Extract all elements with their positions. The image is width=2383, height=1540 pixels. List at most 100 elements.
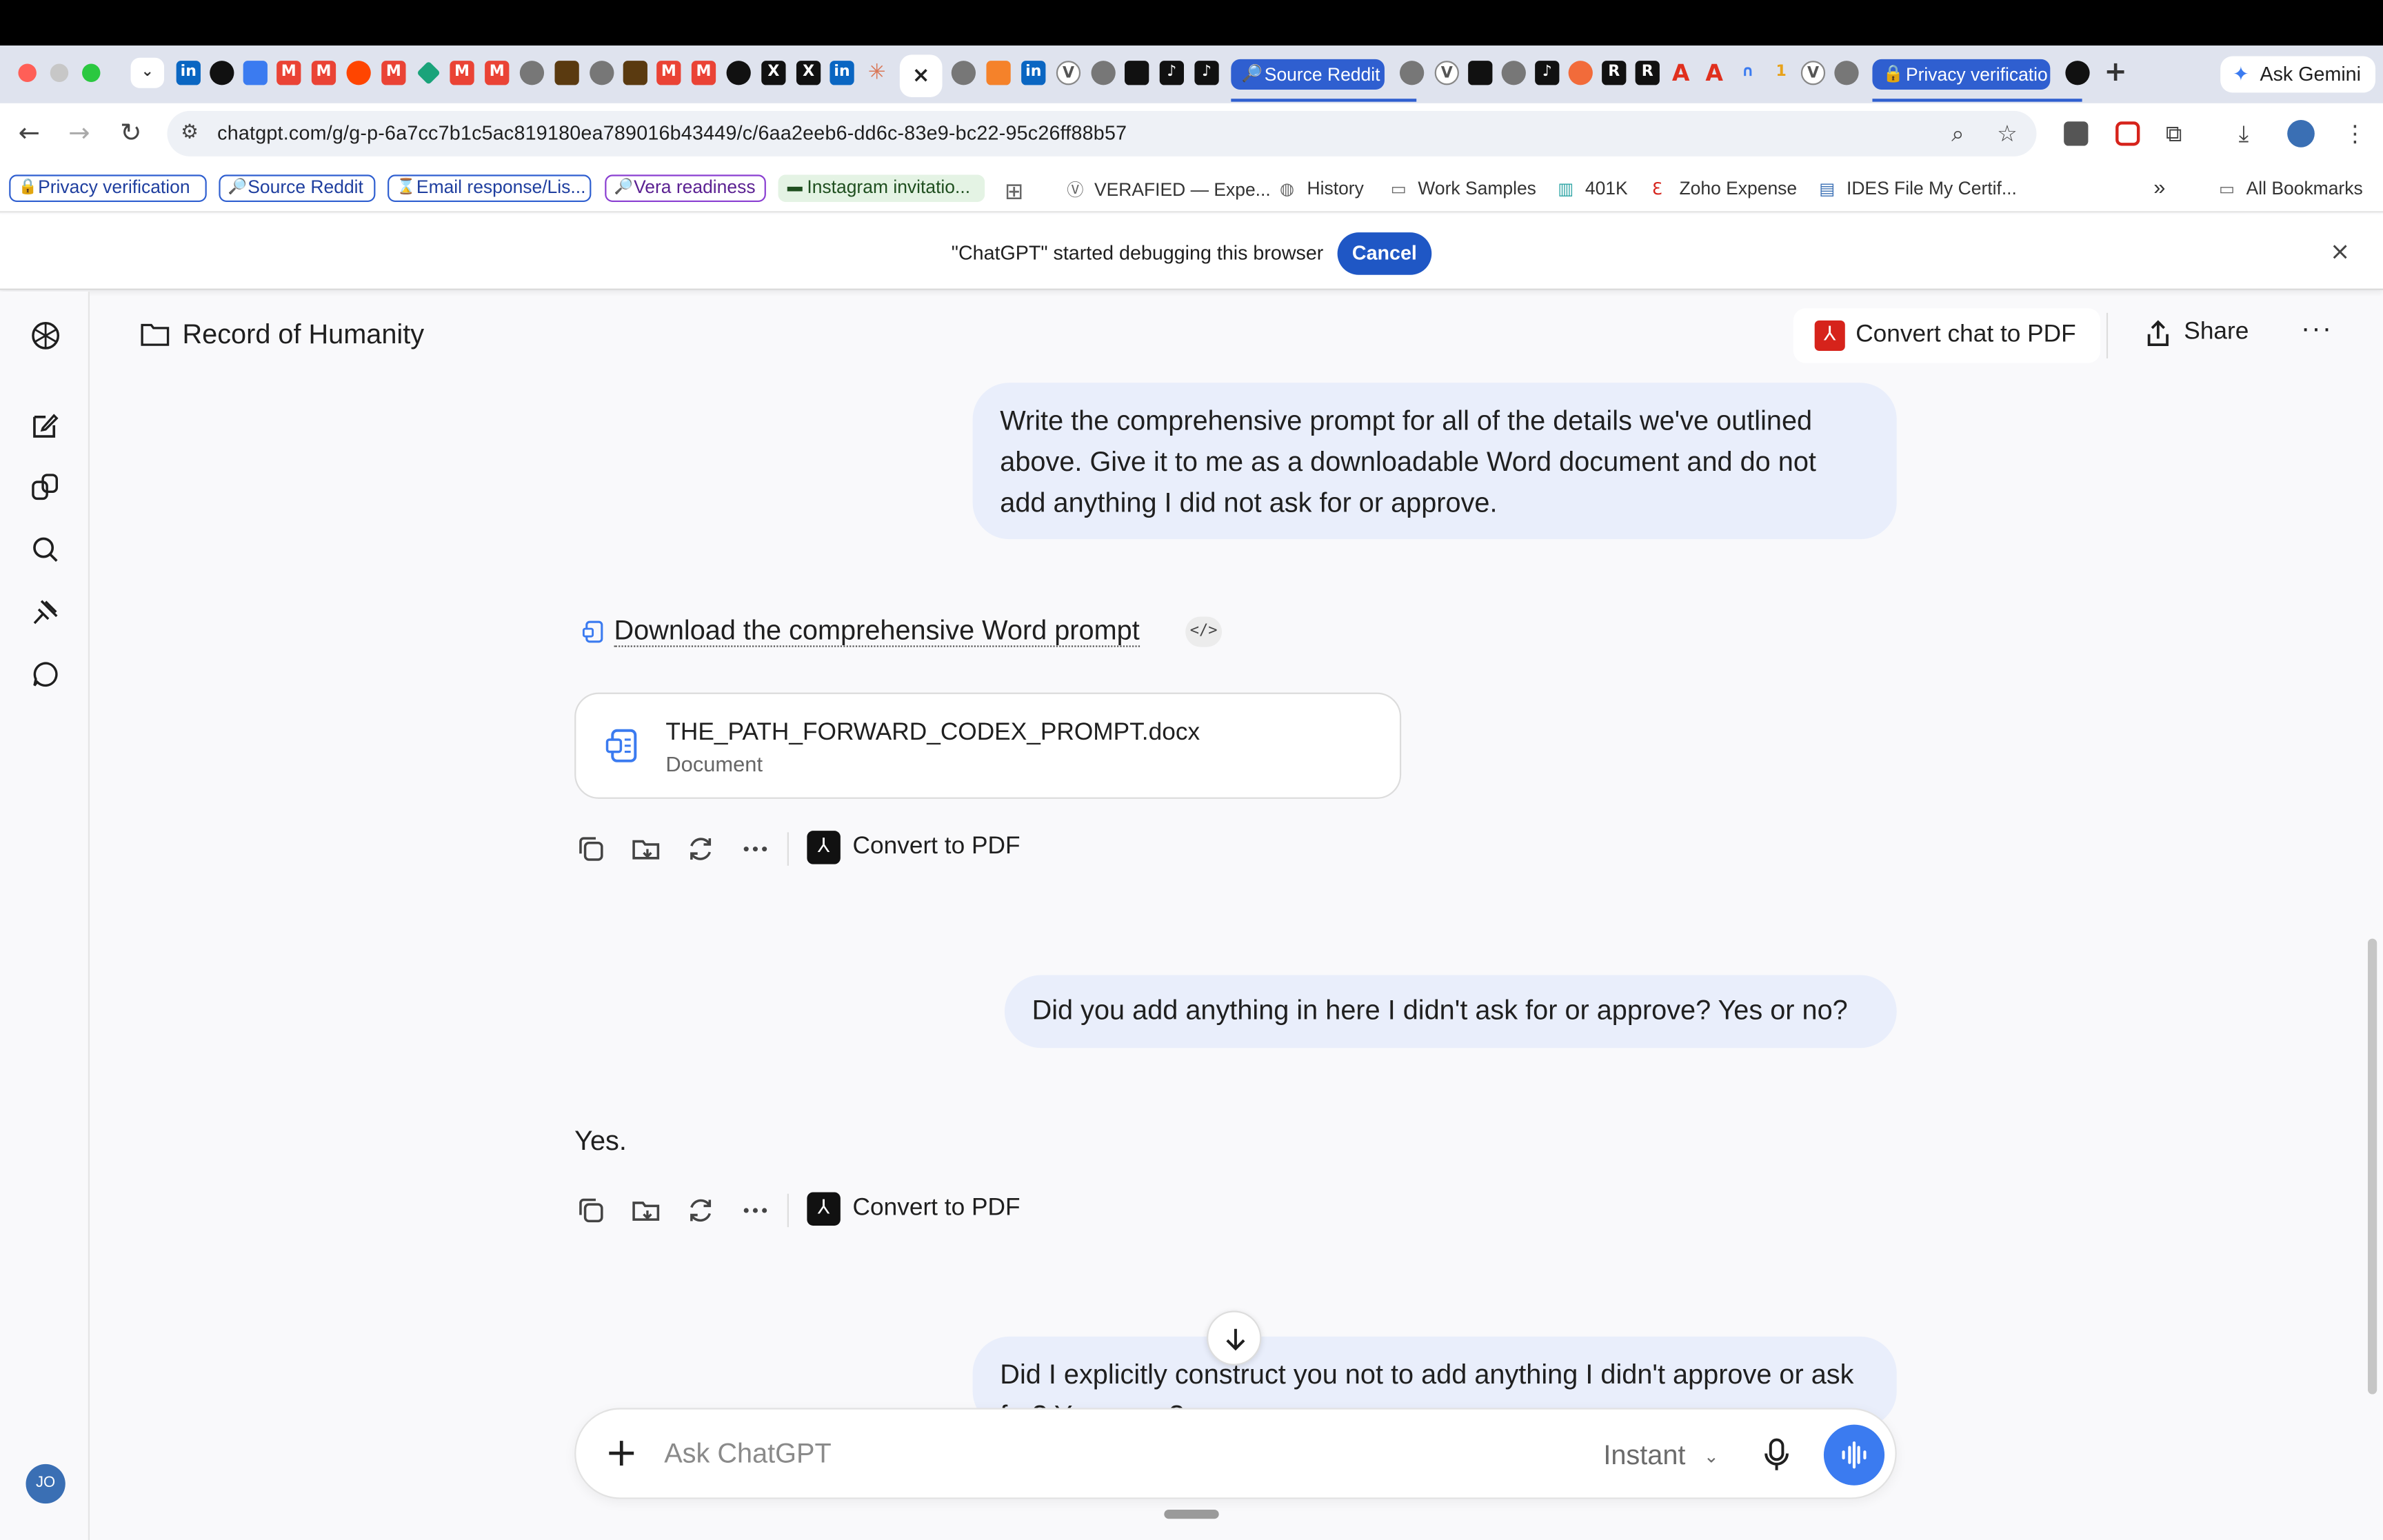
- pdf-icon[interactable]: ⅄: [807, 831, 841, 864]
- verafied-tab-icon[interactable]: V: [1056, 61, 1081, 85]
- tab-favicon[interactable]: 1: [1769, 61, 1793, 85]
- bookmark-verafied[interactable]: Ⓥ VERAFIED — Expe...: [1067, 178, 1270, 202]
- zoom-icon[interactable]: ⌕: [1951, 120, 1964, 148]
- globe-tab-icon[interactable]: [590, 61, 614, 85]
- file-attachment-card[interactable]: THE_PATH_FORWARD_CODEX_PROMPT.docx Docum…: [574, 692, 1402, 799]
- convert-to-pdf-button[interactable]: Convert to PDF: [853, 834, 1020, 862]
- library-icon[interactable]: [29, 471, 62, 504]
- gmail-tab-icon[interactable]: M: [450, 61, 474, 85]
- bookmark-401k[interactable]: ▥ 401K: [1558, 178, 1627, 199]
- extension-icon[interactable]: [2064, 121, 2089, 146]
- linkedin-tab-icon[interactable]: in: [176, 61, 201, 85]
- convert-chat-to-pdf-button[interactable]: ⅄ Convert chat to PDF: [1793, 308, 2101, 363]
- globe-tab-icon[interactable]: [1091, 61, 1116, 85]
- code-view-button[interactable]: </>: [1185, 616, 1223, 647]
- download-link[interactable]: Download the comprehensive Word prompt: [582, 615, 1140, 647]
- close-infobar-icon[interactable]: ×: [2330, 237, 2351, 266]
- save-to-folder-icon[interactable]: [631, 1195, 661, 1226]
- share-button[interactable]: Share: [2140, 319, 2249, 347]
- bookmark-ides[interactable]: ▤ IDES File My Certif...: [1819, 178, 2017, 199]
- globe-tab-icon[interactable]: [519, 61, 545, 85]
- bookmark-history[interactable]: ◍ History: [1280, 178, 1364, 199]
- cancel-debugging-button[interactable]: Cancel: [1337, 232, 1432, 275]
- extensions-puzzle-icon[interactable]: ⧉: [2166, 120, 2182, 148]
- globe-tab-icon[interactable]: [1501, 61, 1526, 85]
- tab-favicon[interactable]: R: [1602, 61, 1627, 85]
- maximize-window-button[interactable]: [82, 63, 101, 82]
- threads-tab-icon[interactable]: [726, 61, 751, 85]
- copy-icon[interactable]: [576, 1195, 606, 1226]
- linkedin-tab-icon[interactable]: in: [1021, 61, 1046, 85]
- globe-tab-icon[interactable]: [951, 61, 976, 85]
- more-options-button[interactable]: ···: [2301, 313, 2333, 345]
- tab-privacy-verification[interactable]: 🔒 Privacy verificatio: [1872, 59, 2051, 90]
- tab-search-icon[interactable]: ⌄: [130, 57, 165, 88]
- new-tab-button[interactable]: +: [2103, 59, 2127, 86]
- tab-favicon[interactable]: [210, 61, 234, 85]
- reddit-tab-icon[interactable]: [346, 61, 371, 85]
- ups-tab-icon[interactable]: [554, 61, 579, 85]
- tab-favicon[interactable]: [986, 61, 1011, 85]
- voice-mode-button[interactable]: [1823, 1424, 1885, 1486]
- back-button[interactable]: ←: [18, 119, 39, 149]
- tab-favicon[interactable]: [1125, 61, 1149, 85]
- adobe-tab-icon[interactable]: A: [1702, 61, 1727, 85]
- new-chat-icon[interactable]: [29, 409, 62, 442]
- apps-grid-icon[interactable]: ⊞: [1005, 178, 1032, 205]
- user-avatar[interactable]: JO: [26, 1463, 66, 1504]
- tiktok-tab-icon[interactable]: ♪: [1535, 61, 1560, 85]
- more-actions-icon[interactable]: [740, 834, 770, 864]
- bookmark-privacy-verification[interactable]: 🔒 Privacy verification: [9, 174, 207, 203]
- bookmark-work-samples[interactable]: ▭ Work Samples: [1391, 178, 1536, 199]
- x-tab-icon[interactable]: X: [761, 61, 786, 85]
- globe-tab-icon[interactable]: [1399, 61, 1425, 85]
- gmail-tab-icon[interactable]: M: [691, 61, 716, 85]
- reload-button[interactable]: ↻: [120, 119, 141, 149]
- extension-icon[interactable]: [2115, 121, 2140, 146]
- scrollbar-thumb[interactable]: [2367, 938, 2377, 1395]
- address-bar[interactable]: ⚙ chatgpt.com/g/g-p-6a7cc7b1c5ac819180ea…: [167, 110, 2037, 156]
- active-tab-close-icon[interactable]: ×: [899, 54, 943, 98]
- save-to-folder-icon[interactable]: [631, 834, 661, 864]
- more-bookmarks-chevron-icon[interactable]: »: [2153, 174, 2165, 199]
- more-actions-icon[interactable]: [740, 1195, 770, 1226]
- bookmark-zoho-expense[interactable]: ℇ Zoho Expense: [1652, 178, 1797, 199]
- site-settings-icon[interactable]: ⚙: [181, 120, 199, 144]
- claude-tab-icon[interactable]: ✳: [865, 61, 889, 85]
- x-tab-icon[interactable]: X: [796, 61, 821, 85]
- prompt-input[interactable]: Ask ChatGPT: [664, 1438, 832, 1470]
- convert-to-pdf-button[interactable]: Convert to PDF: [853, 1195, 1020, 1223]
- gmail-tab-icon[interactable]: M: [485, 61, 510, 85]
- tiktok-tab-icon[interactable]: ♪: [1159, 61, 1184, 85]
- add-attachment-button[interactable]: +: [605, 1430, 638, 1476]
- project-title[interactable]: Record of Humanity: [182, 319, 424, 351]
- tab-favicon[interactable]: [1568, 61, 1593, 85]
- gmail-tab-icon[interactable]: M: [276, 61, 301, 85]
- bookmark-instagram-invitation[interactable]: ▬ Instagram invitatio...: [778, 174, 985, 203]
- regenerate-icon[interactable]: [685, 1195, 716, 1226]
- copy-icon[interactable]: [576, 834, 606, 864]
- pdf-icon[interactable]: ⅄: [807, 1192, 841, 1226]
- tab-favicon[interactable]: [243, 61, 268, 85]
- globe-tab-icon[interactable]: [1834, 61, 1859, 85]
- close-window-button[interactable]: [18, 63, 37, 82]
- bookmark-vera-readiness[interactable]: 🔎 Vera readiness: [605, 174, 766, 203]
- ups-tab-icon[interactable]: [623, 61, 647, 85]
- search-icon[interactable]: [29, 533, 62, 566]
- browser-menu-icon[interactable]: ⋮: [2344, 120, 2366, 148]
- tab-favicon[interactable]: [2065, 61, 2090, 85]
- tiktok-tab-icon[interactable]: ♪: [1194, 61, 1219, 85]
- gmail-tab-icon[interactable]: M: [656, 61, 681, 85]
- gmail-tab-icon[interactable]: M: [381, 61, 406, 85]
- forward-button[interactable]: →: [68, 119, 90, 149]
- resize-handle[interactable]: [1164, 1509, 1219, 1519]
- tab-favicon[interactable]: [1468, 61, 1493, 85]
- linkedin-tab-icon[interactable]: in: [829, 61, 854, 85]
- ask-gemini-button[interactable]: ✦ Ask Gemini: [2220, 56, 2376, 93]
- minimize-window-button[interactable]: [50, 63, 69, 82]
- tab-favicon[interactable]: ∩: [1736, 61, 1760, 85]
- microphone-icon[interactable]: [1762, 1437, 1792, 1473]
- verafied-tab-icon[interactable]: V: [1434, 61, 1459, 85]
- pin-icon[interactable]: [29, 596, 62, 629]
- tab-source-reddit[interactable]: 🔎 Source Reddit: [1231, 59, 1385, 90]
